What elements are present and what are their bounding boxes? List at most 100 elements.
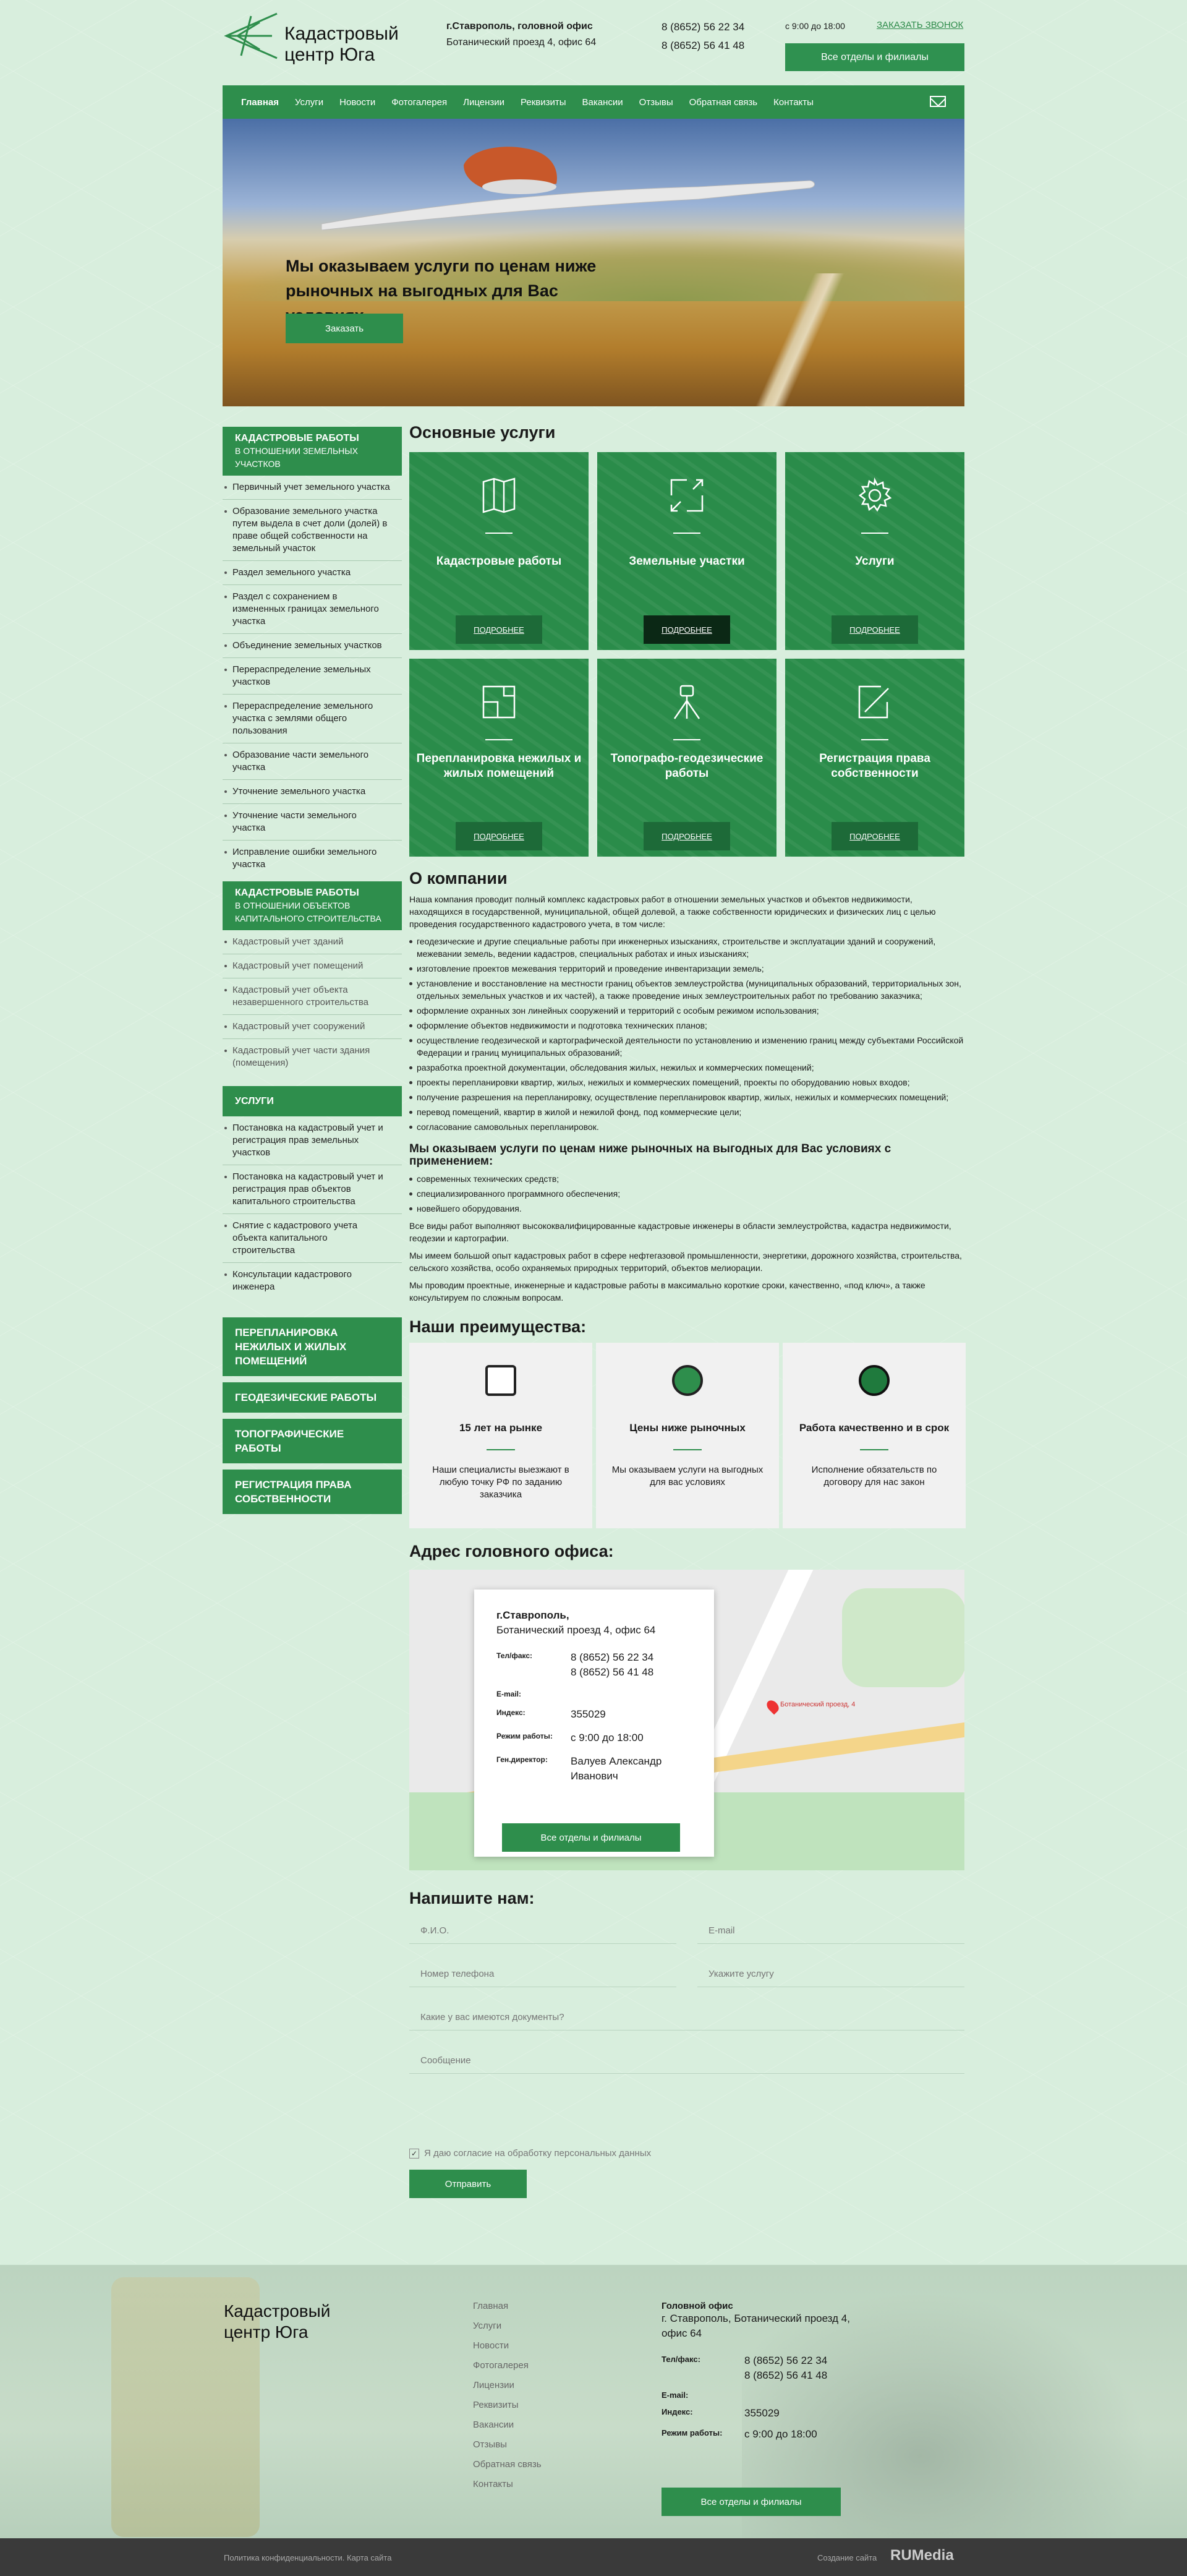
sitemap-link[interactable]: Карта сайта (347, 2553, 391, 2562)
created-label: Создание сайта (817, 2553, 877, 2562)
card-divider (861, 533, 888, 534)
sidebar-item[interactable]: Перераспределение земельных участков (223, 658, 402, 695)
service-card[interactable]: Кадастровые работы ПОДРОБНЕЕ (409, 452, 589, 650)
sidebar-item[interactable]: Кадастровый учет части здания (помещения… (223, 1039, 402, 1075)
footer-nav-item[interactable]: Лицензии (473, 2380, 542, 2390)
logo[interactable]: Кадастровый центр Юга (223, 11, 399, 65)
nav-home[interactable]: Главная (241, 97, 279, 108)
service-card[interactable]: Услуги ПОДРОБНЕЕ (785, 452, 964, 650)
email-field[interactable] (697, 1918, 964, 1944)
service-card[interactable]: Перепланировка нежилых и жилых помещений… (409, 659, 589, 857)
footer-logo[interactable]: Кадастровый центр Юга (224, 2301, 330, 2343)
sidebar-item[interactable]: Образование земельного участка путем выд… (223, 500, 402, 561)
nav-requisites[interactable]: Реквизиты (521, 97, 566, 108)
more-button[interactable]: ПОДРОБНЕЕ (644, 822, 730, 850)
sidebar-item[interactable]: Объединение земельных участков (223, 634, 402, 658)
footer-nav-item[interactable]: Новости (473, 2340, 542, 2351)
name-field[interactable] (409, 1918, 676, 1944)
sidebar-item[interactable]: Раздел с сохранением в измененных границ… (223, 585, 402, 634)
list-item: оформление объектов недвижимости и подго… (409, 1019, 964, 1032)
nav-news[interactable]: Новости (339, 97, 375, 108)
service-field[interactable] (697, 1961, 964, 1987)
office-index-label: Индекс: (496, 1708, 525, 1717)
sidebar-item[interactable]: Кадастровый учет помещений (223, 954, 402, 978)
sidebar-group-buildings[interactable]: Кадастровые работы в отношении объектов к… (223, 881, 402, 930)
nav-services[interactable]: Услуги (295, 97, 323, 108)
footer-phones[interactable]: 8 (8652) 56 22 34 8 (8652) 56 41 48 (744, 2353, 827, 2383)
logo-text: Кадастровый центр Юга (284, 24, 399, 65)
sidebar-link-topography[interactable]: Топографические работы (223, 1419, 402, 1463)
sidebar-item[interactable]: Перераспределение земельного участка с з… (223, 695, 402, 743)
sidebar-item[interactable]: Кадастровый учет зданий (223, 930, 402, 954)
map-pin-icon[interactable] (764, 1698, 781, 1715)
nav-contacts[interactable]: Контакты (773, 97, 814, 108)
nav-gallery[interactable]: Фотогалерея (391, 97, 447, 108)
office-phones[interactable]: 8 (8652) 56 22 34 8 (8652) 56 41 48 (571, 1650, 653, 1680)
nav-reviews[interactable]: Отзывы (639, 97, 673, 108)
site-footer: Кадастровый центр Юга Главная Услуги Ново… (0, 2265, 1187, 2538)
footer-nav-item[interactable]: Обратная связь (473, 2459, 542, 2470)
office-branches-button[interactable]: Все отделы и филиалы (502, 1823, 680, 1852)
order-call-link[interactable]: ЗАКАЗАТЬ ЗВОНОК (877, 20, 963, 30)
footer-hours-label: Режим работы: (662, 2428, 723, 2437)
privacy-link[interactable]: Политика конфиденциальности (224, 2553, 342, 2562)
documents-field[interactable] (409, 2005, 964, 2030)
hero-order-button[interactable]: Заказать (286, 314, 403, 343)
service-card[interactable]: Земельные участки ПОДРОБНЕЕ (597, 452, 776, 650)
sidebar-item[interactable]: Снятие с кадастрового учета объекта капи… (223, 1214, 402, 1263)
sidebar-link-replanning[interactable]: Перепланировка нежилых и жилых помещений (223, 1317, 402, 1376)
drone-image (321, 147, 815, 230)
mail-icon[interactable] (930, 96, 946, 107)
footer-nav-item[interactable]: Главная (473, 2301, 542, 2311)
more-button[interactable]: ПОДРОБНЕЕ (644, 615, 730, 644)
map-pin-label: Ботанический проезд, 4 (780, 1701, 856, 1708)
more-button[interactable]: ПОДРОБНЕЕ (832, 615, 918, 644)
advantage-divider (487, 1449, 515, 1450)
sidebar-item[interactable]: Раздел земельного участка (223, 561, 402, 585)
about-paragraph: Мы имеем большой опыт кадастровых работ … (409, 1251, 962, 1273)
footer-nav-item[interactable]: Фотогалерея (473, 2360, 542, 2371)
footer-branches-button[interactable]: Все отделы и филиалы (662, 2488, 841, 2516)
sidebar-item[interactable]: Первичный учет земельного участка (223, 476, 402, 500)
footer-nav-item[interactable]: Услуги (473, 2321, 542, 2331)
more-button[interactable]: ПОДРОБНЕЕ (456, 615, 542, 644)
nav-feedback[interactable]: Обратная связь (689, 97, 758, 108)
sidebar-item[interactable]: Кадастровый учет объекта незавершенного … (223, 978, 402, 1015)
message-field[interactable] (409, 2048, 964, 2074)
sidebar-group-land[interactable]: Кадастровые работы в отношении земельных … (223, 427, 402, 476)
sidebar-item[interactable]: Уточнение части земельного участка (223, 804, 402, 841)
header-phone-1[interactable]: 8 (8652) 56 22 34 (662, 21, 744, 33)
footer-nav-item[interactable]: Реквизиты (473, 2400, 542, 2410)
sidebar-item[interactable]: Исправление ошибки земельного участка (223, 841, 402, 876)
sidebar-item[interactable]: Постановка на кадастровый учет и регистр… (223, 1165, 402, 1214)
sidebar-item[interactable]: Образование части земельного участка (223, 743, 402, 780)
sidebar-item[interactable]: Консультации кадастрового инженера (223, 1263, 402, 1299)
footer-nav-item[interactable]: Отзывы (473, 2439, 542, 2450)
sidebar-link-geodesy[interactable]: Геодезические работы (223, 1382, 402, 1413)
footer-index-row: Индекс: 355029 (662, 2406, 859, 2421)
more-button[interactable]: ПОДРОБНЕЕ (832, 822, 918, 850)
footer-contacts: Головной офис г. Ставрополь, Ботанически… (662, 2301, 859, 2448)
branches-button[interactable]: Все отделы и филиалы (785, 43, 964, 71)
phone-field[interactable] (409, 1961, 676, 1987)
consent-checkbox[interactable]: ✓ (409, 2148, 419, 2159)
footer-nav-item[interactable]: Контакты (473, 2479, 542, 2489)
service-card[interactable]: Топографо-геодезические работы ПОДРОБНЕЕ (597, 659, 776, 857)
office-director-row: Ген.директор: Валуев Александр Иванович (496, 1754, 692, 1784)
service-card[interactable]: Регистрация права собственности ПОДРОБНЕ… (785, 659, 964, 857)
agency-logo[interactable]: RUMedia (890, 2547, 954, 2564)
more-button[interactable]: ПОДРОБНЕЕ (456, 822, 542, 850)
submit-button[interactable]: Отправить (409, 2170, 527, 2198)
nav-vacancies[interactable]: Вакансии (582, 97, 623, 108)
sidebar-item[interactable]: Уточнение земельного участка (223, 780, 402, 804)
sidebar: Кадастровые работы в отношении земельных … (223, 427, 402, 1514)
sidebar-item[interactable]: Кадастровый учет сооружений (223, 1015, 402, 1039)
sidebar-link-ownership[interactable]: Регистрация права собственности (223, 1470, 402, 1514)
footer-nav-item[interactable]: Вакансии (473, 2420, 542, 2430)
sidebar-item[interactable]: Постановка на кадастровый учет и регистр… (223, 1116, 402, 1165)
nav-licenses[interactable]: Лицензии (463, 97, 504, 108)
header-phone-2[interactable]: 8 (8652) 56 41 48 (662, 40, 744, 52)
office-map[interactable]: Ботанический проезд, 4 г.Ставрополь, Бот… (409, 1570, 964, 1870)
about-title: О компании (409, 869, 508, 888)
sidebar-group-services[interactable]: Услуги (223, 1086, 402, 1116)
